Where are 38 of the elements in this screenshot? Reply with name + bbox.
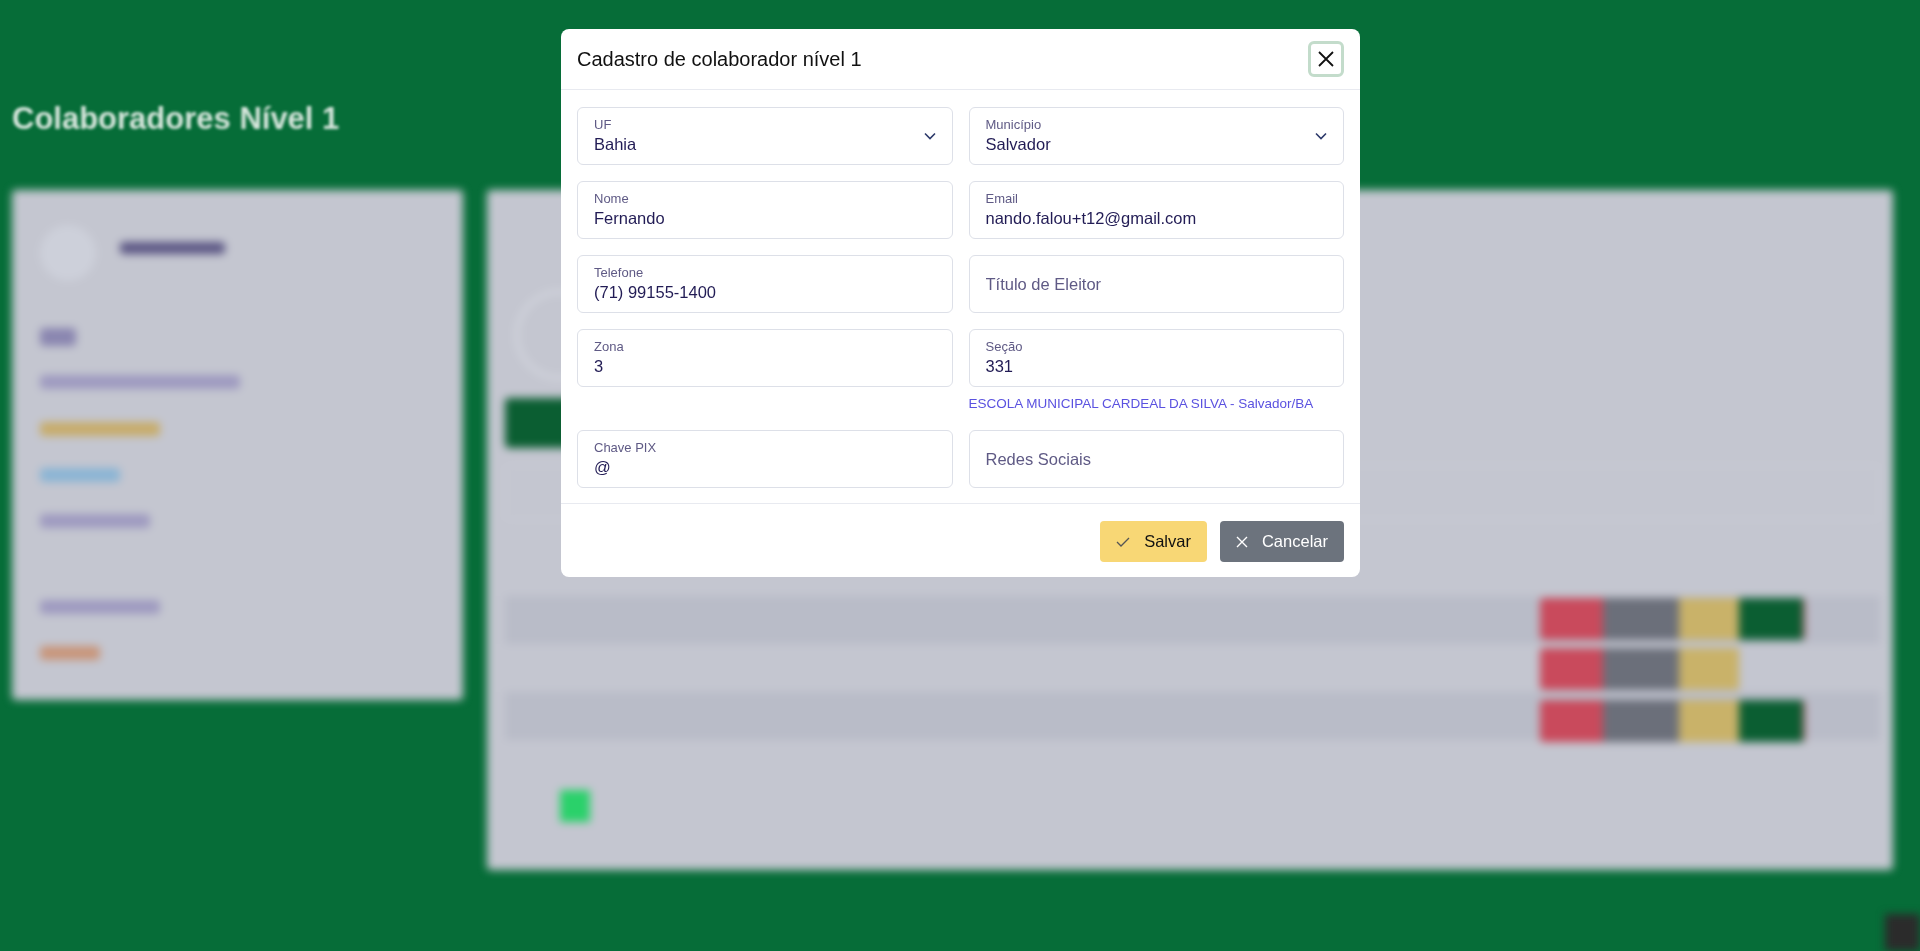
cancel-button[interactable]: Cancelar [1219,521,1344,563]
field-label: UF [594,117,613,133]
chevron-down-icon [1315,132,1327,140]
field-value[interactable]: nando.falou+t12@gmail.com [985,207,1327,229]
field-value[interactable]: Salvador [985,133,1315,155]
dropdown[interactable]: Município Salvador [968,107,1344,165]
input-field[interactable]: Seção 331 [968,329,1344,387]
dropdown[interactable]: UF Bahia [577,107,953,165]
input-field[interactable]: Zona 3 [577,329,953,387]
page-title: Colaboradores Nível 1 [12,100,340,138]
field-label: Chave PIX [594,440,658,457]
input-field[interactable]: Email nando.falou+t12@gmail.com [968,181,1344,239]
field-label: Telefone [594,265,645,281]
field-value[interactable]: 3 [594,355,936,377]
save-button[interactable]: Salvar [1100,521,1207,563]
check-icon [1116,536,1131,547]
input-field[interactable]: Chave PIX @ [577,430,953,489]
field-label: Município [985,117,1043,133]
chevron-down-icon [923,132,936,140]
field-value[interactable]: Fernando [594,207,936,229]
field-label: Nome [594,191,630,207]
field-value[interactable]: Redes Sociais [985,448,1327,471]
field-label: Zona [594,339,625,355]
field-value[interactable]: 331 [985,355,1327,377]
close-icon [1317,50,1335,68]
field-label: Email [985,191,1019,207]
close-icon [1235,535,1248,548]
close-button[interactable] [1308,41,1344,77]
input-field[interactable]: Título de Eleitor [968,255,1344,313]
field-value[interactable]: (71) 99155-1400 [594,281,936,303]
input-field[interactable]: Redes Sociais [968,430,1344,489]
field-value[interactable]: @ [594,456,936,479]
input-field[interactable]: Telefone (71) 99155-1400 [577,255,953,313]
field-label: Seção [985,339,1024,355]
dialog-title: Cadastro de colaborador nível 1 [577,47,862,72]
input-field[interactable]: Nome Fernando [577,181,953,239]
field-value[interactable]: Título de Eleitor [985,273,1327,295]
field-value[interactable]: Bahia [594,133,924,155]
